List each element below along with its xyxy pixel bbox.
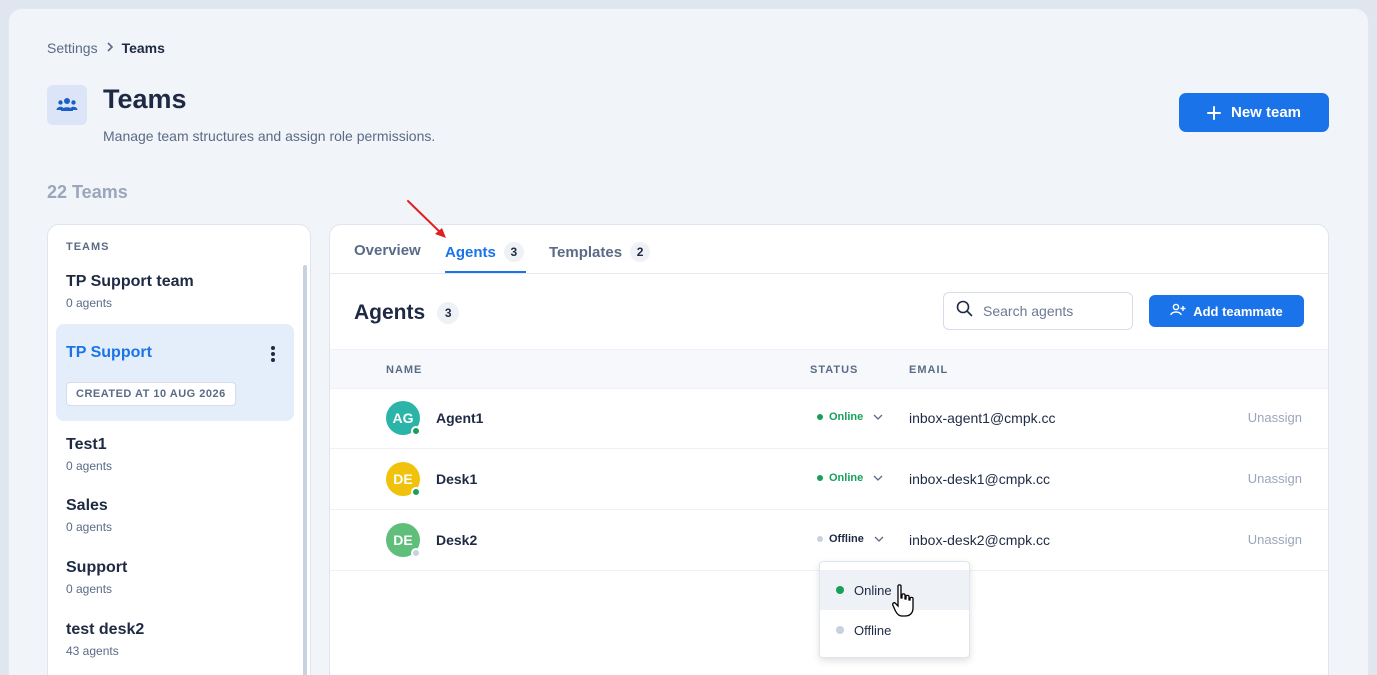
teams-count: 22 Teams bbox=[47, 182, 128, 202]
table-header: NAME STATUS EMAIL bbox=[330, 349, 1328, 389]
agent-email: inbox-desk2@cmpk.cc bbox=[909, 532, 1051, 548]
column-name: NAME bbox=[386, 364, 423, 376]
unassign-button[interactable]: Unassign bbox=[1248, 410, 1302, 425]
status-dropdown[interactable]: Online bbox=[817, 472, 883, 484]
team-agent-count: 0 agents bbox=[66, 459, 113, 473]
sidebar-item-test1[interactable]: Test1 0 agents bbox=[56, 436, 294, 473]
tab-bar: Overview Agents 3 Templates 2 bbox=[330, 225, 1328, 274]
teams-sidebar: TEAMS TP Support team 0 agents TP Suppor… bbox=[47, 224, 311, 675]
breadcrumb-settings-link[interactable]: Settings bbox=[47, 40, 98, 56]
sidebar-item-support[interactable]: Support 0 agents bbox=[56, 559, 294, 596]
annotation-arrow-icon bbox=[404, 198, 450, 247]
team-name: TP Support bbox=[66, 344, 152, 361]
avatar-initials: DE bbox=[393, 471, 413, 487]
page-subtitle: Manage team structures and assign role p… bbox=[103, 128, 436, 144]
kebab-icon[interactable] bbox=[270, 346, 276, 362]
tab-label: Templates bbox=[549, 243, 623, 261]
sidebar-item-sales[interactable]: Sales 0 agents bbox=[56, 497, 294, 534]
sidebar-scrollbar[interactable] bbox=[303, 265, 307, 675]
search-icon bbox=[956, 300, 973, 322]
search-agents[interactable] bbox=[943, 292, 1133, 330]
status-dot bbox=[836, 586, 844, 594]
team-agent-count: 0 agents bbox=[66, 296, 113, 310]
breadcrumb-current: Teams bbox=[121, 40, 165, 56]
status-dot bbox=[817, 475, 823, 481]
new-team-button[interactable]: New team bbox=[1179, 93, 1329, 132]
team-name: TP Support team bbox=[66, 273, 194, 290]
agents-count-badge: 3 bbox=[437, 302, 460, 324]
avatar: AG bbox=[386, 401, 421, 436]
tab-templates[interactable]: Templates 2 bbox=[549, 242, 651, 262]
status-label: Online bbox=[829, 472, 864, 484]
presence-dot bbox=[411, 487, 421, 497]
tab-label: Agents bbox=[445, 243, 496, 261]
avatar-initials: AG bbox=[392, 410, 414, 426]
agent-name: Agent1 bbox=[436, 410, 484, 426]
add-teammate-label: Add teammate bbox=[1193, 303, 1283, 319]
plus-icon bbox=[1206, 102, 1221, 124]
column-status: STATUS bbox=[810, 364, 859, 376]
breadcrumb: Settings Teams bbox=[47, 40, 165, 56]
status-dropdown[interactable]: Online bbox=[817, 411, 883, 423]
team-name: Support bbox=[66, 559, 128, 576]
sidebar-item-tp-support-team[interactable]: TP Support team 0 agents bbox=[56, 273, 294, 310]
add-user-icon bbox=[1170, 303, 1186, 319]
status-dot bbox=[836, 626, 844, 634]
hand-cursor-icon bbox=[892, 584, 914, 623]
agent-name: Desk2 bbox=[436, 532, 478, 548]
option-label: Online bbox=[854, 582, 892, 598]
unassign-button[interactable]: Unassign bbox=[1248, 532, 1302, 547]
column-email: EMAIL bbox=[909, 364, 949, 376]
created-badge: CREATED AT 10 AUG 2026 bbox=[66, 382, 236, 406]
status-dropdown[interactable]: Offline bbox=[817, 533, 884, 545]
table-row: DE Desk1 Online inbox-desk1@cmpk.cc Unas… bbox=[330, 449, 1328, 510]
agent-name: Desk1 bbox=[436, 471, 478, 487]
agent-email: inbox-desk1@cmpk.cc bbox=[909, 471, 1051, 487]
page-title: Teams bbox=[103, 84, 187, 114]
team-agent-count: 0 agents bbox=[66, 520, 113, 534]
status-dot bbox=[817, 536, 823, 542]
table-row: AG Agent1 Online inbox-agent1@cmpk.cc Un… bbox=[330, 388, 1328, 449]
presence-dot bbox=[411, 426, 421, 436]
tab-count: 3 bbox=[503, 242, 524, 262]
sidebar-item-tp-support[interactable]: TP Support CREATED AT 10 AUG 2026 bbox=[56, 324, 294, 421]
team-name: Sales bbox=[66, 497, 108, 514]
search-input[interactable] bbox=[983, 303, 1123, 319]
agents-heading: Agents 3 bbox=[354, 301, 460, 325]
chevron-right-icon bbox=[106, 41, 114, 55]
team-name: Test1 bbox=[66, 436, 107, 453]
team-agent-count: 43 agents bbox=[66, 644, 119, 658]
unassign-button[interactable]: Unassign bbox=[1248, 471, 1302, 486]
add-teammate-button[interactable]: Add teammate bbox=[1149, 295, 1304, 327]
option-label: Offline bbox=[854, 622, 892, 638]
status-label: Offline bbox=[829, 533, 864, 545]
status-label: Online bbox=[829, 411, 864, 423]
sidebar-heading: TEAMS bbox=[66, 241, 110, 253]
avatar: DE bbox=[386, 523, 421, 558]
agent-email: inbox-agent1@cmpk.cc bbox=[909, 410, 1056, 426]
tab-agents[interactable]: Agents 3 bbox=[445, 242, 524, 262]
chevron-down-icon bbox=[874, 534, 884, 545]
sidebar-item-test-desk2[interactable]: test desk2 43 agents bbox=[56, 621, 294, 658]
top-strip bbox=[0, 0, 1377, 8]
users-icon bbox=[47, 85, 87, 125]
team-agent-count: 0 agents bbox=[66, 582, 113, 596]
avatar: DE bbox=[386, 462, 421, 497]
active-tab-indicator bbox=[445, 271, 526, 273]
new-team-label: New team bbox=[1230, 104, 1302, 121]
tab-count: 2 bbox=[630, 242, 651, 262]
avatar-initials: DE bbox=[393, 532, 413, 548]
agents-title: Agents bbox=[354, 301, 426, 324]
chevron-down-icon bbox=[873, 473, 883, 484]
chevron-down-icon bbox=[873, 412, 883, 423]
team-name: test desk2 bbox=[66, 621, 145, 638]
presence-dot bbox=[411, 548, 421, 558]
status-dot bbox=[817, 414, 823, 420]
